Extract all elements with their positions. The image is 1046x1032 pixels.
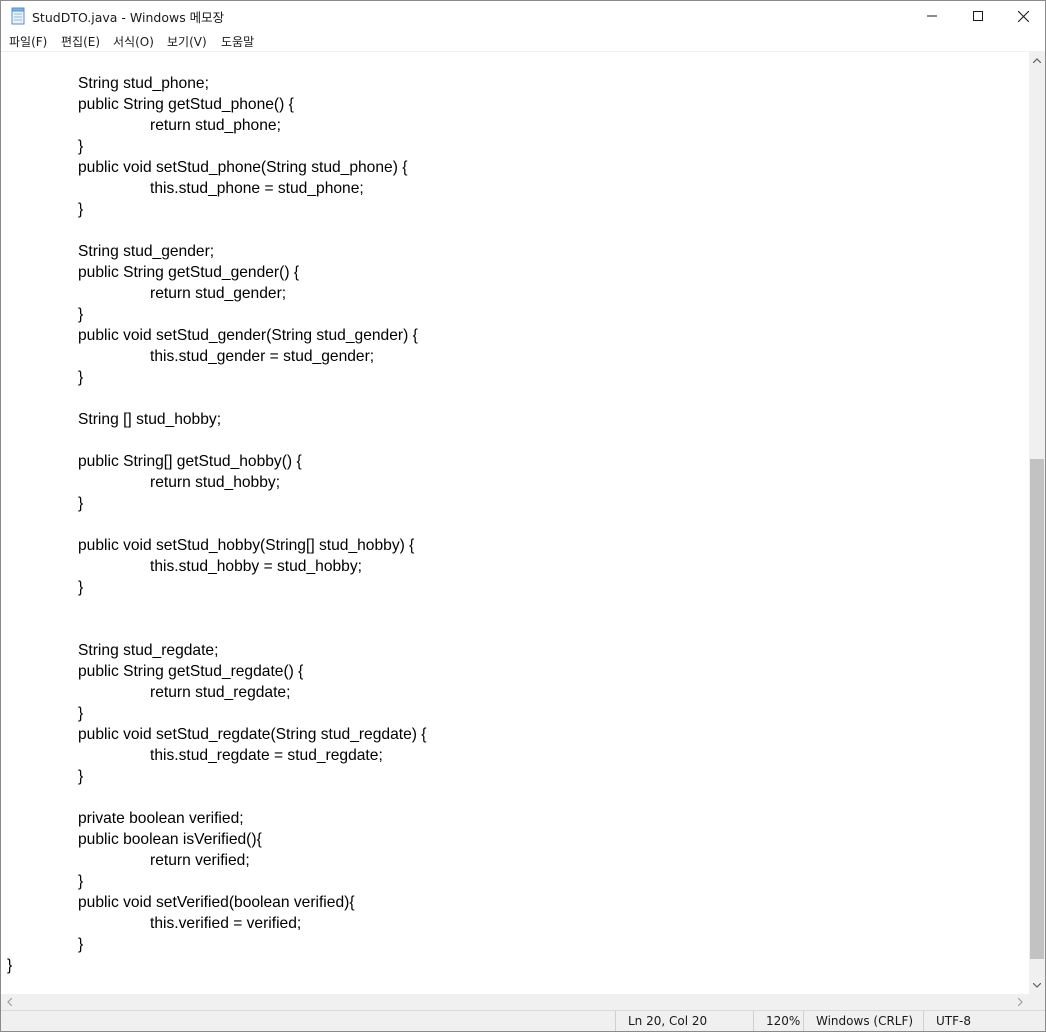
code-line: return stud_gender; [150,285,287,302]
scroll-up-arrow-icon[interactable] [1029,52,1045,69]
text-editor[interactable]: String stud_phone;public String getStud_… [1,52,1029,994]
code-line: return stud_phone; [150,117,281,134]
code-line: } [78,873,84,890]
code-line: public String[] getStud_hobby() { [78,453,302,470]
code-line: } [78,369,84,386]
code-line: } [7,957,13,974]
code-line: } [78,306,84,323]
code-line: this.verified = verified; [150,915,302,932]
minimize-button[interactable] [909,1,955,31]
code-line: public String getStud_regdate() { [78,663,304,680]
code-line: String [] stud_hobby; [78,411,222,428]
maximize-icon [973,11,983,21]
code-line: } [78,936,84,953]
menu-file[interactable]: 파일(F) [9,33,47,50]
code-line: String stud_phone; [78,75,209,92]
scroll-left-arrow-icon[interactable] [1,994,18,1010]
status-bar: Ln 20, Col 20 120% Windows (CRLF) UTF-8 [1,1010,1045,1031]
scroll-right-arrow-icon[interactable] [1012,994,1029,1010]
menu-help[interactable]: 도움말 [221,33,254,50]
menu-view[interactable]: 보기(V) [167,33,207,50]
code-line: public boolean isVerified(){ [78,831,262,848]
scroll-down-arrow-icon[interactable] [1029,977,1045,994]
notepad-window: StudDTO.java - Windows 메모장 파일(F) 편집(E) 서… [0,0,1046,1032]
code-line: this.stud_hobby = stud_hobby; [150,558,362,575]
menu-format[interactable]: 서식(O) [113,33,154,50]
title-bar[interactable]: StudDTO.java - Windows 메모장 [1,1,1045,31]
line-ending: Windows (CRLF) [803,1011,923,1031]
menu-bar: 파일(F) 편집(E) 서식(O) 보기(V) 도움말 [1,31,1045,52]
code-line: String stud_gender; [78,243,215,260]
code-line: String stud_regdate; [78,642,219,659]
vertical-scrollbar[interactable] [1029,52,1045,994]
encoding: UTF-8 [923,1011,1045,1031]
window-title: StudDTO.java - Windows 메모장 [32,10,225,25]
code-line: public void setStud_gender(String stud_g… [78,327,418,344]
code-line: public void setStud_regdate(String stud_… [78,726,427,743]
scrollbar-corner [1029,994,1045,1010]
zoom-level: 120% [753,1011,803,1031]
close-icon [1017,10,1029,22]
minimize-icon [927,15,937,17]
code-line: } [78,201,84,218]
code-line: public void setVerified(boolean verified… [78,894,355,911]
cursor-position: Ln 20, Col 20 [615,1011,753,1031]
code-line: public void setStud_phone(String stud_ph… [78,159,408,176]
code-line: this.stud_phone = stud_phone; [150,180,364,197]
code-line: return verified; [150,852,250,869]
horizontal-scrollbar[interactable] [1,994,1029,1010]
code-line: public String getStud_gender() { [78,264,300,281]
notepad-icon [10,7,26,25]
code-line: private boolean verified; [78,810,244,827]
code-line: this.stud_gender = stud_gender; [150,348,375,365]
code-line: } [78,768,84,785]
code-line: this.stud_regdate = stud_regdate; [150,747,383,764]
code-line: return stud_hobby; [150,474,281,491]
vertical-scroll-thumb[interactable] [1030,459,1044,959]
code-line: } [78,705,84,722]
code-line: } [78,138,84,155]
close-button[interactable] [1000,1,1045,31]
code-line: return stud_regdate; [150,684,291,701]
code-line: } [78,579,84,596]
code-line: public String getStud_phone() { [78,96,294,113]
code-line: public void setStud_hobby(String[] stud_… [78,537,415,554]
menu-edit[interactable]: 편집(E) [61,33,100,50]
maximize-button[interactable] [955,1,1001,31]
code-line: } [78,495,84,512]
